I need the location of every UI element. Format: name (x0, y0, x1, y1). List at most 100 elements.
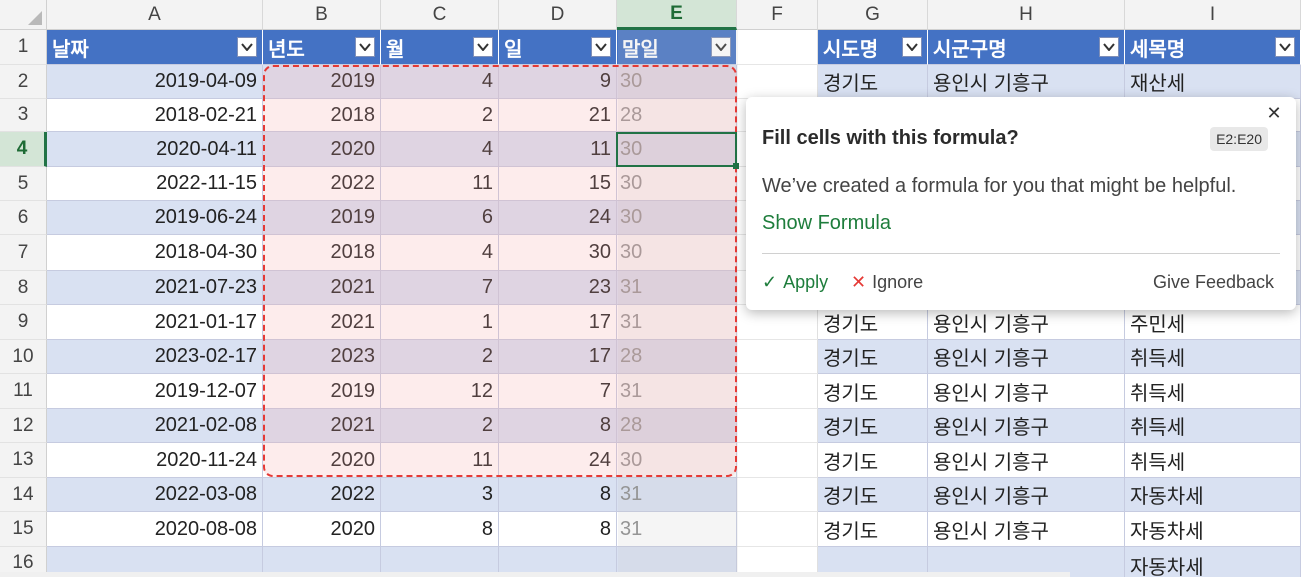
column-header-i[interactable]: I (1125, 0, 1301, 30)
last-day-cell[interactable]: 31 (617, 305, 737, 340)
table-header-cell[interactable]: 일 (499, 30, 617, 65)
data-cell[interactable]: 재산세 (1125, 65, 1301, 99)
filter-dropdown-icon[interactable] (902, 37, 922, 57)
row-header-8[interactable]: 8 (0, 271, 47, 305)
empty-cell[interactable] (737, 340, 818, 374)
data-cell[interactable]: 2018 (263, 99, 381, 132)
row-header-7[interactable]: 7 (0, 235, 47, 271)
select-all-corner[interactable] (0, 0, 47, 30)
data-cell[interactable]: 11 (499, 132, 617, 167)
table-header-cell[interactable]: 년도 (263, 30, 381, 65)
data-cell[interactable]: 용인시 기흥구 (928, 65, 1125, 99)
data-cell[interactable]: 8 (499, 512, 617, 547)
data-cell[interactable]: 자동차세 (1125, 512, 1301, 547)
table-header-cell[interactable]: 월 (381, 30, 499, 65)
data-cell[interactable]: 경기도 (818, 65, 928, 99)
data-cell[interactable]: 용인시 기흥구 (928, 340, 1125, 374)
data-cell[interactable]: 2018-02-21 (47, 99, 263, 132)
data-cell[interactable]: 7 (499, 374, 617, 409)
empty-cell[interactable] (737, 30, 818, 65)
data-cell[interactable]: 2020-11-24 (47, 443, 263, 478)
data-cell[interactable]: 2020-04-11 (47, 132, 263, 167)
empty-cell[interactable] (737, 305, 818, 340)
data-cell[interactable]: 2 (381, 340, 499, 374)
data-cell[interactable]: 24 (499, 443, 617, 478)
empty-cell[interactable] (737, 65, 818, 99)
data-cell[interactable]: 30 (499, 235, 617, 271)
table-header-cell[interactable]: 시도명 (818, 30, 928, 65)
apply-button[interactable]: ✓ Apply (762, 272, 828, 293)
last-day-cell[interactable]: 30 (617, 443, 737, 478)
data-cell[interactable]: 취득세 (1125, 340, 1301, 374)
row-header-9[interactable]: 9 (0, 305, 47, 340)
data-cell[interactable]: 24 (499, 201, 617, 235)
filter-dropdown-icon[interactable] (591, 37, 611, 57)
data-cell[interactable]: 경기도 (818, 374, 928, 409)
column-header-c[interactable]: C (381, 0, 499, 30)
column-header-h[interactable]: H (928, 0, 1125, 30)
row-header-1[interactable]: 1 (0, 30, 47, 65)
column-header-b[interactable]: B (263, 0, 381, 30)
data-cell[interactable]: 2020 (263, 443, 381, 478)
row-header-11[interactable]: 11 (0, 374, 47, 409)
filter-dropdown-icon[interactable] (1099, 37, 1119, 57)
data-cell[interactable]: 12 (381, 374, 499, 409)
data-cell[interactable]: 2021 (263, 409, 381, 443)
data-cell[interactable]: 2018 (263, 235, 381, 271)
last-day-cell[interactable]: 30 (617, 132, 737, 167)
data-cell[interactable]: 15 (499, 167, 617, 201)
last-day-cell[interactable]: 30 (617, 65, 737, 99)
data-cell[interactable]: 2020 (263, 512, 381, 547)
data-cell[interactable]: 7 (381, 271, 499, 305)
filter-dropdown-icon[interactable] (473, 37, 493, 57)
data-cell[interactable]: 용인시 기흥구 (928, 512, 1125, 547)
data-cell[interactable]: 취득세 (1125, 409, 1301, 443)
data-cell[interactable]: 4 (381, 132, 499, 167)
data-cell[interactable]: 4 (381, 65, 499, 99)
data-cell[interactable]: 21 (499, 99, 617, 132)
row-header-4[interactable]: 4 (0, 132, 47, 167)
filter-dropdown-icon[interactable] (711, 37, 731, 57)
data-cell[interactable]: 경기도 (818, 512, 928, 547)
filter-dropdown-icon[interactable] (1275, 37, 1295, 57)
row-header-6[interactable]: 6 (0, 201, 47, 235)
data-cell[interactable]: 2020 (263, 132, 381, 167)
data-cell[interactable]: 9 (499, 65, 617, 99)
data-cell[interactable]: 2021-01-17 (47, 305, 263, 340)
data-cell[interactable]: 자동차세 (1125, 478, 1301, 512)
last-day-cell[interactable]: 28 (617, 99, 737, 132)
data-cell[interactable]: 6 (381, 201, 499, 235)
data-cell[interactable]: 취득세 (1125, 443, 1301, 478)
data-cell[interactable]: 4 (381, 235, 499, 271)
data-cell[interactable]: 17 (499, 340, 617, 374)
data-cell[interactable]: 주민세 (1125, 305, 1301, 340)
data-cell[interactable]: 11 (381, 443, 499, 478)
data-cell[interactable]: 경기도 (818, 478, 928, 512)
data-cell[interactable]: 2020-08-08 (47, 512, 263, 547)
show-formula-link[interactable]: Show Formula (762, 212, 891, 235)
data-cell[interactable]: 8 (381, 512, 499, 547)
data-cell[interactable]: 경기도 (818, 340, 928, 374)
data-cell[interactable]: 23 (499, 271, 617, 305)
data-cell[interactable]: 용인시 기흥구 (928, 374, 1125, 409)
data-cell[interactable]: 2021 (263, 305, 381, 340)
data-cell[interactable]: 2019 (263, 201, 381, 235)
data-cell[interactable]: 8 (499, 409, 617, 443)
data-cell[interactable]: 1 (381, 305, 499, 340)
data-cell[interactable]: 용인시 기흥구 (928, 443, 1125, 478)
row-header-12[interactable]: 12 (0, 409, 47, 443)
data-cell[interactable]: 2023-02-17 (47, 340, 263, 374)
last-day-cell[interactable]: 31 (617, 512, 737, 547)
empty-cell[interactable] (737, 409, 818, 443)
give-feedback-link[interactable]: Give Feedback (1153, 272, 1274, 293)
row-header-2[interactable]: 2 (0, 65, 47, 99)
column-header-e[interactable]: E (617, 0, 737, 30)
last-day-cell[interactable]: 30 (617, 167, 737, 201)
data-cell[interactable]: 경기도 (818, 305, 928, 340)
last-day-cell[interactable]: 30 (617, 235, 737, 271)
data-cell[interactable]: 2021-07-23 (47, 271, 263, 305)
table-header-cell[interactable]: 세목명 (1125, 30, 1301, 65)
row-header-14[interactable]: 14 (0, 478, 47, 512)
table-header-cell[interactable]: 말일 (617, 30, 737, 65)
row-header-5[interactable]: 5 (0, 167, 47, 201)
